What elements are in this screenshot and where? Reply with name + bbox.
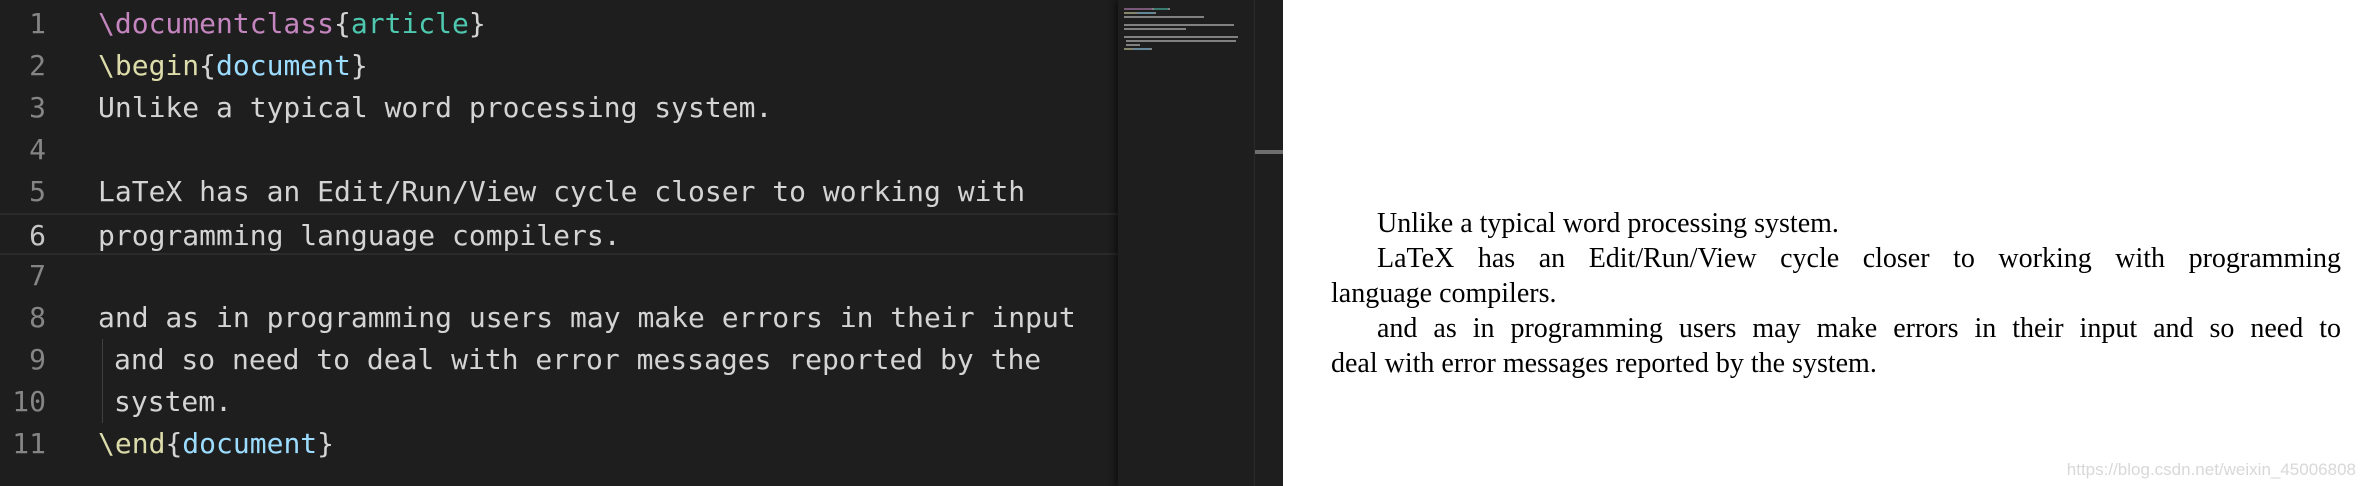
minimap-line <box>1124 8 1152 10</box>
preview-paragraph-3-line-1: and as in programming users may make err… <box>1377 313 2341 344</box>
code-token: and as in programming users may make err… <box>98 301 1076 334</box>
code-token: \end <box>98 427 166 460</box>
code-token: } <box>468 7 486 40</box>
line-code[interactable]: \begin{document} <box>98 45 368 87</box>
minimap-line <box>1124 12 1136 14</box>
minimap-line <box>1154 8 1168 10</box>
code-token: \documentclass <box>98 7 335 40</box>
code-token: } <box>350 49 368 82</box>
editor-line[interactable]: 8 and as in programming users may make er… <box>0 297 1120 339</box>
line-code[interactable]: \documentclass{article} <box>98 3 486 45</box>
minimap-line <box>1124 16 1204 18</box>
code-token: LaTeX has an Edit/Run/View cycle closer … <box>98 175 1026 208</box>
editor-line[interactable]: 4 <box>0 129 1120 171</box>
line-code[interactable]: and as in programming users may make err… <box>98 297 1076 339</box>
indent-guide <box>102 339 103 381</box>
editor-line[interactable]: 7 <box>0 255 1120 297</box>
code-token: document <box>216 49 351 82</box>
minimap-line <box>1124 24 1234 26</box>
minimap-line <box>1124 48 1132 50</box>
line-number: 11 <box>12 427 46 460</box>
minimap-line <box>1126 40 1236 42</box>
watermark: https://blog.csdn.net/weixin_45006808 <box>2066 460 2356 479</box>
line-number: 8 <box>29 301 46 334</box>
editor-line[interactable]: 2 \begin{document} <box>0 45 1120 87</box>
editor-line[interactable]: 5 LaTeX has an Edit/Run/View cycle closer… <box>0 171 1120 213</box>
preview-paragraph-3-line-2: deal with error messages reported by the… <box>1331 348 1877 379</box>
minimap-line <box>1126 44 1140 46</box>
code-token: { <box>199 49 217 82</box>
line-number: 2 <box>29 49 46 82</box>
line-code[interactable]: Unlike a typical word processing system. <box>98 87 772 129</box>
line-number: 9 <box>29 343 46 376</box>
line-code[interactable]: programming language compilers. <box>98 215 621 257</box>
minimap-line <box>1168 8 1170 10</box>
line-code[interactable]: \end{document} <box>98 423 334 465</box>
pdf-preview: Unlike a typical word processing system.… <box>1283 0 2364 486</box>
line-number: 10 <box>12 385 46 418</box>
line-number: 4 <box>29 133 46 166</box>
code-token: programming language compilers. <box>98 219 621 252</box>
preview-paragraph-2: LaTeX has an Edit/Run/View cycle closer … <box>1331 241 2341 311</box>
code-token: \begin <box>98 49 200 82</box>
line-number: 3 <box>29 91 46 124</box>
preview-paragraph-3: and as in programming users may make err… <box>1331 311 2341 381</box>
minimap-line <box>1154 12 1156 14</box>
code-editor[interactable]: 1 \documentclass{article} 2 \begin{document… <box>0 0 1283 486</box>
line-code[interactable]: and so need to deal with error messages … <box>114 339 1041 381</box>
editor-line[interactable]: 3 Unlike a typical word processing system… <box>0 87 1120 129</box>
preview-paragraph-1: Unlike a typical word processing system. <box>1377 208 1839 239</box>
minimap-line <box>1138 12 1154 14</box>
editor-line[interactable]: 11 \end{document} <box>0 423 1120 465</box>
minimap-line <box>1134 48 1150 50</box>
line-number: 1 <box>29 7 46 40</box>
editor-line[interactable]: 1 \documentclass{article} <box>0 3 1120 45</box>
minimap-line <box>1124 36 1238 38</box>
code-token: and so need to deal with error messages … <box>114 343 1042 376</box>
editor-scrollbar[interactable] <box>1254 0 1283 486</box>
editor-line[interactable]: 10 system. <box>0 381 1120 423</box>
line-number: 6 <box>29 219 46 252</box>
code-token: document <box>182 427 318 460</box>
line-code[interactable]: system. <box>114 381 232 423</box>
minimap-line <box>1124 28 1186 30</box>
scrollbar-thumb[interactable] <box>1255 150 1283 154</box>
code-token: article <box>350 7 469 40</box>
minimap[interactable] <box>1118 0 1254 486</box>
preview-paragraph-2-line-1: LaTeX has an Edit/Run/View cycle closer … <box>1377 243 2341 274</box>
minimap-line <box>1150 48 1152 50</box>
indent-guide <box>102 381 103 423</box>
editor-line[interactable]: 6 programming language compilers. <box>0 213 1120 255</box>
code-token: system. <box>114 385 233 418</box>
line-number: 5 <box>29 175 46 208</box>
code-token: Unlike a typical word processing system. <box>98 91 773 124</box>
code-token: } <box>317 427 335 460</box>
code-token: { <box>334 7 351 40</box>
line-code[interactable]: LaTeX has an Edit/Run/View cycle closer … <box>98 171 1025 213</box>
editor-line[interactable]: 9 and so need to deal with error messages… <box>0 339 1120 381</box>
code-token: { <box>165 427 183 460</box>
line-number: 7 <box>29 259 46 292</box>
preview-paragraph-2-line-2: language compilers. <box>1331 278 1557 309</box>
